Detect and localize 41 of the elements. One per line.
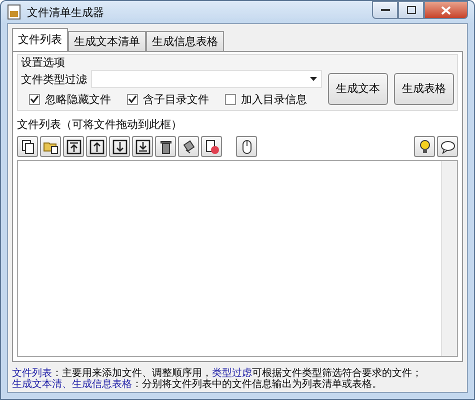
maximize-icon: [406, 6, 416, 14]
filter-label: 文件类型过滤: [21, 72, 87, 86]
brush-icon[interactable]: [178, 136, 199, 157]
trash-icon[interactable]: [155, 136, 176, 157]
mouse-icon[interactable]: [236, 136, 257, 157]
tab[interactable]: 生成文本清单: [68, 31, 146, 51]
file-delete-icon[interactable]: [201, 136, 222, 157]
close-icon: [441, 6, 451, 14]
minimize-button[interactable]: [372, 1, 398, 19]
arrow-down-icon[interactable]: [109, 136, 130, 157]
move-top-icon[interactable]: [63, 136, 84, 157]
minimize-icon: [380, 8, 390, 12]
scrollbar[interactable]: [441, 161, 457, 356]
help-text: 文件列表：主要用来添加文件、调整顺序用，类型过虑可根据文件类型筛选符合要求的文件；: [12, 368, 423, 379]
close-button[interactable]: [424, 1, 468, 19]
checkbox-label: 含子目录文件: [143, 92, 209, 107]
group-title: 设置选项: [21, 55, 65, 70]
generate-button[interactable]: 生成文本: [328, 72, 388, 104]
window-title: 文件清单生成器: [27, 4, 104, 20]
checkbox[interactable]: [225, 94, 236, 105]
copy-icon[interactable]: [17, 136, 38, 157]
help-link[interactable]: 文件列表: [12, 368, 52, 379]
help-text: 生成文本清、生成信息表格：分别将文件列表中的文件信息输出为列表清单或表格。: [12, 379, 383, 390]
tab[interactable]: 文件列表: [12, 28, 68, 51]
arrow-up-icon[interactable]: [86, 136, 107, 157]
checkbox[interactable]: [29, 94, 40, 105]
tab[interactable]: 生成信息表格: [146, 31, 224, 51]
maximize-button[interactable]: [398, 1, 424, 19]
move-bottom-icon[interactable]: [132, 136, 153, 157]
lightbulb-icon[interactable]: [414, 136, 435, 157]
help-link[interactable]: 生成文本清、生成信息表格: [12, 379, 132, 390]
app-icon: [7, 4, 21, 20]
caret-icon: [310, 77, 317, 81]
speech-bubble-icon[interactable]: [437, 136, 458, 157]
checkbox-label: 忽略隐藏文件: [45, 92, 111, 107]
list-title: 文件列表（可将文件拖动到此框）: [17, 117, 182, 132]
folder-icon[interactable]: [40, 136, 61, 157]
checkbox-label: 加入目录信息: [241, 92, 307, 107]
checkbox[interactable]: [127, 94, 138, 105]
generate-button[interactable]: 生成表格: [394, 72, 454, 104]
help-link[interactable]: 类型过虑: [212, 368, 252, 379]
